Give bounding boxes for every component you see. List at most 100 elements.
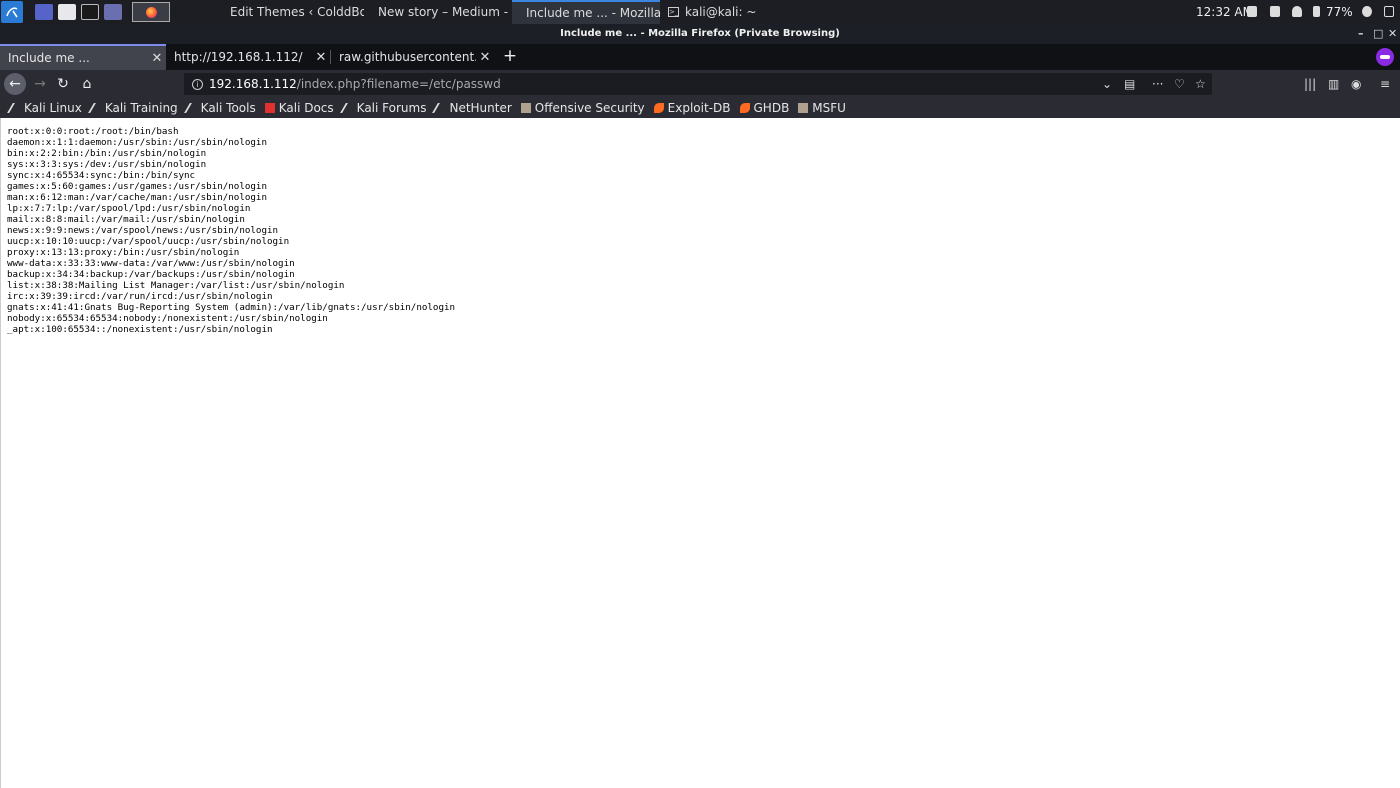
kali-dragon-icon [7,103,23,113]
taskbar-item-label: kali@kali: ~ [685,5,757,19]
volume-icon[interactable] [1270,6,1280,17]
passwd-line: bin:x:2:2:bin:/bin:/usr/sbin/nologin [7,148,207,159]
passwd-line: news:x:9:9:news:/var/spool/news:/usr/sbi… [7,225,279,236]
passwd-line: sync:x:4:65534:sync:/bin:/bin/sync [7,170,196,181]
passwd-line: nobody:x:65534:65534:nobody:/nonexistent… [7,313,328,324]
library-icon[interactable]: ||| [1304,78,1316,90]
bookmark-offensive-security[interactable]: Offensive Security [520,101,645,115]
close-window-icon[interactable]: ✕ [1388,27,1397,41]
reload-button[interactable]: ↻ [52,73,74,95]
kali-dragon-icon [87,103,104,113]
bookmark-ghdb[interactable]: GHDB [739,101,790,115]
tab-title: raw.githubusercontent.com [339,50,476,64]
taskbar-item-terminal[interactable]: >_ kali@kali: ~ [660,0,780,24]
sidebar-icon[interactable]: ▥ [1328,78,1339,90]
private-browsing-icon [1376,48,1394,66]
tab-http-192-168-1-112[interactable]: http://192.168.1.112/ ✕ [166,44,330,70]
minimize-icon[interactable]: – [1358,27,1364,41]
passwd-line: games:x:5:60:games:/usr/games:/usr/sbin/… [7,181,267,192]
taskbar-item-new-story[interactable]: New story – Medium - ... [364,0,510,24]
firefox-launcher-button[interactable] [132,2,170,22]
tab-title: http://192.168.1.112/ [174,50,303,64]
passwd-line: daemon:x:1:1:daemon:/usr/sbin:/usr/sbin/… [7,137,267,148]
kali-dragon-icon [339,103,356,113]
bookmark-msfu[interactable]: MSFU [798,101,846,115]
battery-icon[interactable] [1313,6,1320,17]
user-icon[interactable] [1384,6,1394,17]
passwd-line: lp:x:7:7:lp:/var/spool/lpd:/usr/sbin/nol… [7,203,251,214]
exploit-db-icon [653,103,664,113]
close-tab-icon[interactable]: ✕ [312,50,330,65]
maximize-icon[interactable]: □ [1373,27,1383,41]
file-manager-icon[interactable] [58,4,76,20]
bookmark-label: Kali Linux [24,101,82,115]
navigation-toolbar: ← → ↻ ⌂ i 192.168.1.112/index.php?filena… [0,70,1400,98]
battery-percentage: 77% [1326,5,1353,19]
page-content: root:x:0:0:root:/root:/bin/bash daemon:x… [0,118,1400,788]
passwd-line: man:x:6:12:man:/var/cache/man:/usr/sbin/… [7,192,267,203]
clock[interactable]: 12:32 AM [1196,5,1253,19]
terminal-icon: >_ [668,7,679,17]
bookmark-kali-linux[interactable]: Kali Linux [7,101,82,115]
url-bar[interactable]: i 192.168.1.112/index.php?filename=/etc/… [184,73,1212,95]
taskbar-item-include-me[interactable]: Include me ... - Mozilla F... [512,0,660,24]
bookmark-exploit-db[interactable]: Exploit-DB [653,101,731,115]
site-info-icon[interactable]: i [192,78,203,90]
passwd-line: _apt:x:100:65534::/nonexistent:/usr/sbin… [7,324,273,335]
passwd-line: backup:x:34:34:backup:/var/backups:/usr/… [7,269,295,280]
account-icon[interactable]: ◉ [1351,78,1361,90]
pocket-icon[interactable]: ♡ [1174,77,1185,91]
bookmark-label: GHDB [753,101,790,115]
passwd-line: proxy:x:13:13:proxy:/bin:/usr/sbin/nolog… [7,247,240,258]
tab-raw-githubusercontent[interactable]: raw.githubusercontent.com ✕ [331,44,494,70]
page-actions-icon[interactable]: ··· [1152,77,1163,91]
power-icon[interactable] [1362,6,1372,17]
display-icon[interactable] [1247,6,1257,17]
bookmark-kali-training[interactable]: Kali Training [87,101,178,115]
bookmark-label: Offensive Security [534,101,645,115]
reader-view-icon[interactable]: ▤ [1124,77,1135,91]
bookmark-star-icon[interactable]: ☆ [1195,77,1206,91]
show-desktop-icon[interactable] [35,4,53,20]
passwd-line: mail:x:8:8:mail:/var/mail:/usr/sbin/nolo… [7,214,245,225]
terminal-launcher-icon[interactable] [81,4,99,20]
taskbar-item-edit-themes[interactable]: Edit Themes ‹ ColddBox ... [216,0,364,24]
close-tab-icon[interactable]: ✕ [148,51,166,66]
bookmark-kali-docs[interactable]: Kali Docs [264,101,334,115]
close-tab-icon[interactable]: ✕ [476,50,494,65]
passwd-line: irc:x:39:39:ircd:/var/run/ircd:/usr/sbin… [7,291,273,302]
hamburger-menu-icon[interactable]: ≡ [1380,78,1390,90]
bookmark-kali-forums[interactable]: Kali Forums [339,101,426,115]
firefox-icon [145,6,157,18]
kali-dragon-icon [183,103,200,113]
window-titlebar[interactable]: Include me ... - Mozilla Firefox (Privat… [0,24,1400,44]
bookmark-label: Exploit-DB [667,101,731,115]
new-tab-button[interactable]: + [500,46,520,66]
passwd-line: root:x:0:0:root:/root:/bin/bash [7,126,179,137]
bookmark-label: Kali Training [104,101,178,115]
passwd-line: list:x:38:38:Mailing List Manager:/var/l… [7,280,345,291]
passwd-line: gnats:x:41:41:Gnats Bug-Reporting System… [7,302,456,313]
passwd-line: www-data:x:33:33:www-data:/var/www:/usr/… [7,258,295,269]
forward-button[interactable]: → [29,73,51,95]
bookmark-label: Kali Docs [278,101,334,115]
url-dropdown-icon[interactable]: ⌄ [1102,77,1112,91]
back-button[interactable]: ← [4,73,26,95]
tab-include-me[interactable]: Include me ... ✕ [0,44,166,70]
notification-bell-icon[interactable] [1292,6,1302,17]
window-title: Include me ... - Mozilla Firefox (Privat… [560,28,840,39]
passwd-line: sys:x:3:3:sys:/dev:/usr/sbin/nologin [7,159,207,170]
kali-dragon-icon [432,103,449,113]
taskbar-item-label: New story – Medium - ... [378,5,510,19]
bookmark-nethunter[interactable]: NetHunter [432,101,512,115]
exploit-db-icon [739,103,750,113]
passwd-file-text: root:x:0:0:root:/root:/bin/bash daemon:x… [7,126,455,335]
bookmark-kali-tools[interactable]: Kali Tools [183,101,256,115]
home-button[interactable]: ⌂ [76,73,98,95]
taskbar-item-label: Include me ... - Mozilla F... [526,6,660,20]
screen-capture-icon[interactable] [104,4,122,20]
url-host: 192.168.1.112 [209,77,297,91]
kali-menu-icon[interactable] [1,1,23,23]
url-path: /index.php?filename=/etc/passwd [296,77,501,91]
passwd-line: uucp:x:10:10:uucp:/var/spool/uucp:/usr/s… [7,236,290,247]
